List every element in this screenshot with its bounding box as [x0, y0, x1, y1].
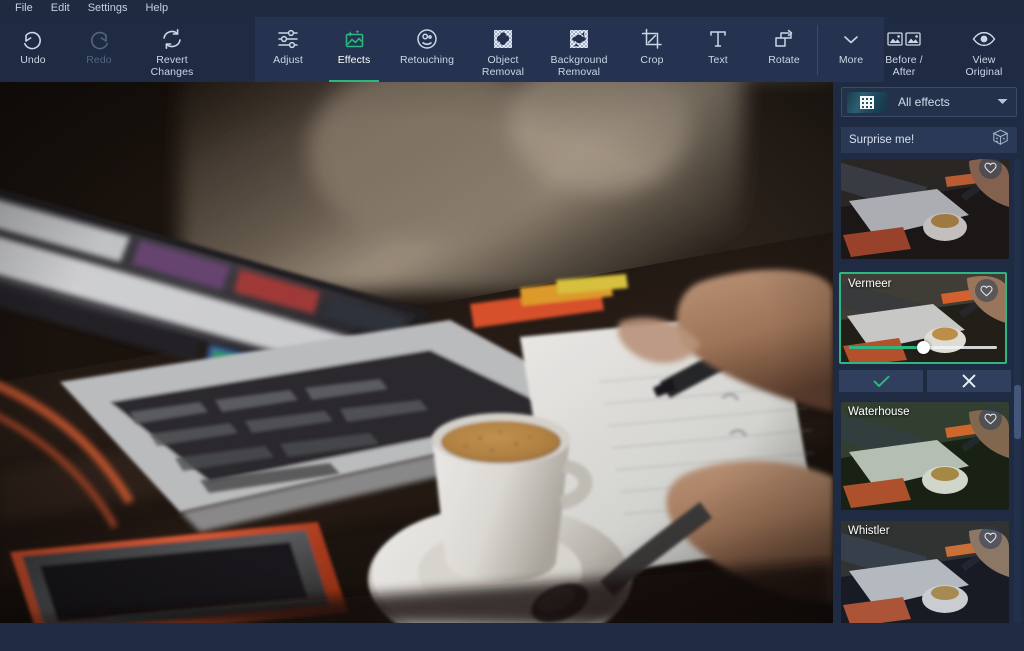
toolbar: Undo Redo Revert Changes Adjust Effects … — [0, 17, 1024, 82]
menu-item-file[interactable]: File — [6, 0, 42, 17]
tool-crop-label: Crop — [640, 54, 664, 66]
menu-item-help[interactable]: Help — [136, 0, 177, 17]
tool-retouching[interactable]: Retouching — [387, 17, 467, 82]
tool-object-removal[interactable]: Object Removal — [467, 17, 539, 82]
effects-scrollbar-thumb[interactable] — [1014, 385, 1021, 440]
tool-background-removal-label-line1: Background — [550, 54, 608, 66]
eye-icon — [971, 26, 997, 52]
effect-intensity-slider[interactable] — [849, 340, 997, 354]
dice-icon — [992, 129, 1009, 151]
before-after-label-line2: After — [892, 65, 916, 78]
view-original-label-line2: Original — [965, 65, 1003, 78]
menu-item-settings[interactable]: Settings — [79, 0, 137, 17]
crop-icon — [640, 26, 664, 52]
view-original-label-line1: View — [972, 54, 996, 66]
revert-icon — [160, 26, 184, 52]
close-icon — [962, 374, 976, 388]
revert-changes-button[interactable]: Revert Changes — [132, 17, 212, 82]
effects-category-dropdown[interactable]: All effects — [841, 87, 1017, 117]
effect-card-selected[interactable]: Vermeer — [839, 272, 1007, 364]
redo-icon — [87, 26, 111, 52]
tool-effects-label: Effects — [337, 54, 371, 66]
slider-fill — [849, 346, 923, 349]
effect-card[interactable]: Whistler — [841, 521, 1009, 629]
revert-label-line1: Revert — [156, 54, 188, 66]
menu-item-edit[interactable]: Edit — [42, 0, 79, 17]
toolbar-history-group: Undo Redo Revert Changes — [0, 17, 212, 82]
slider-knob[interactable] — [916, 341, 930, 354]
tool-adjust-label: Adjust — [273, 54, 303, 66]
effects-scrollbar[interactable] — [1014, 159, 1021, 651]
edited-photo — [0, 82, 833, 623]
tool-retouching-label: Retouching — [399, 54, 455, 66]
object-removal-icon — [491, 26, 515, 52]
effects-category-value: All effects — [898, 95, 950, 109]
effects-list[interactable]: Vermeer Waterhouse Whistler — [833, 159, 1024, 651]
tool-rotate[interactable]: Rotate — [751, 17, 817, 82]
chevron-down-icon — [840, 26, 862, 52]
tool-crop[interactable]: Crop — [619, 17, 685, 82]
surprise-me-label: Surprise me! — [849, 134, 915, 146]
image-canvas[interactable] — [0, 82, 833, 623]
tool-text[interactable]: Text — [685, 17, 751, 82]
check-icon — [873, 375, 889, 387]
effect-action-row — [839, 370, 1011, 392]
effects-panel: All effects Surprise me! Vermeer Waterho… — [833, 82, 1024, 651]
text-icon — [706, 26, 730, 52]
cancel-effect-button[interactable] — [927, 370, 1011, 392]
sliders-icon — [276, 26, 300, 52]
effects-icon — [342, 26, 367, 52]
tool-adjust[interactable]: Adjust — [255, 17, 321, 82]
undo-label: Undo — [20, 54, 46, 66]
revert-label-line2: Changes — [150, 65, 194, 78]
app-window: File Edit Settings Help Undo Redo Revert… — [0, 0, 1024, 651]
tool-object-removal-label-line1: Object — [487, 54, 519, 66]
retouching-icon — [415, 26, 439, 52]
favorite-heart-icon[interactable] — [979, 526, 1002, 549]
tool-object-removal-label-line2: Removal — [481, 65, 525, 78]
background-removal-icon — [567, 26, 591, 52]
tool-more-label: More — [838, 54, 864, 66]
before-after-label-line1: Before / — [885, 54, 923, 66]
toolbar-view-group: Before / After View Original — [864, 17, 1024, 82]
favorite-heart-icon[interactable] — [979, 407, 1002, 430]
effect-name: Waterhouse — [848, 406, 910, 418]
grid-thumbnail-icon — [847, 91, 887, 113]
redo-label: Redo — [86, 54, 112, 66]
menu-bar: File Edit Settings Help — [0, 0, 1024, 17]
favorite-heart-icon[interactable] — [975, 279, 998, 302]
view-original-button[interactable]: View Original — [944, 17, 1024, 82]
undo-icon — [21, 26, 45, 52]
undo-button[interactable]: Undo — [0, 17, 66, 82]
effect-card[interactable] — [841, 159, 1009, 259]
effect-card[interactable]: Waterhouse — [841, 402, 1009, 510]
tool-rotate-label: Rotate — [768, 54, 800, 66]
toolbar-tools-group: Adjust Effects Retouching Object Removal… — [255, 17, 884, 82]
status-bar — [0, 623, 1024, 651]
before-after-icon — [887, 26, 921, 52]
rotate-icon — [772, 26, 796, 52]
chevron-down-icon — [997, 98, 1008, 107]
surprise-me-button[interactable]: Surprise me! — [841, 127, 1017, 153]
tool-background-removal[interactable]: Background Removal — [539, 17, 619, 82]
apply-effect-button[interactable] — [839, 370, 923, 392]
effect-name: Vermeer — [848, 278, 892, 290]
tool-text-label: Text — [708, 54, 728, 66]
before-after-button[interactable]: Before / After — [864, 17, 944, 82]
tool-background-removal-label-line2: Removal — [557, 65, 601, 78]
redo-button[interactable]: Redo — [66, 17, 132, 82]
tool-effects[interactable]: Effects — [321, 17, 387, 82]
effect-name: Whistler — [848, 525, 890, 537]
